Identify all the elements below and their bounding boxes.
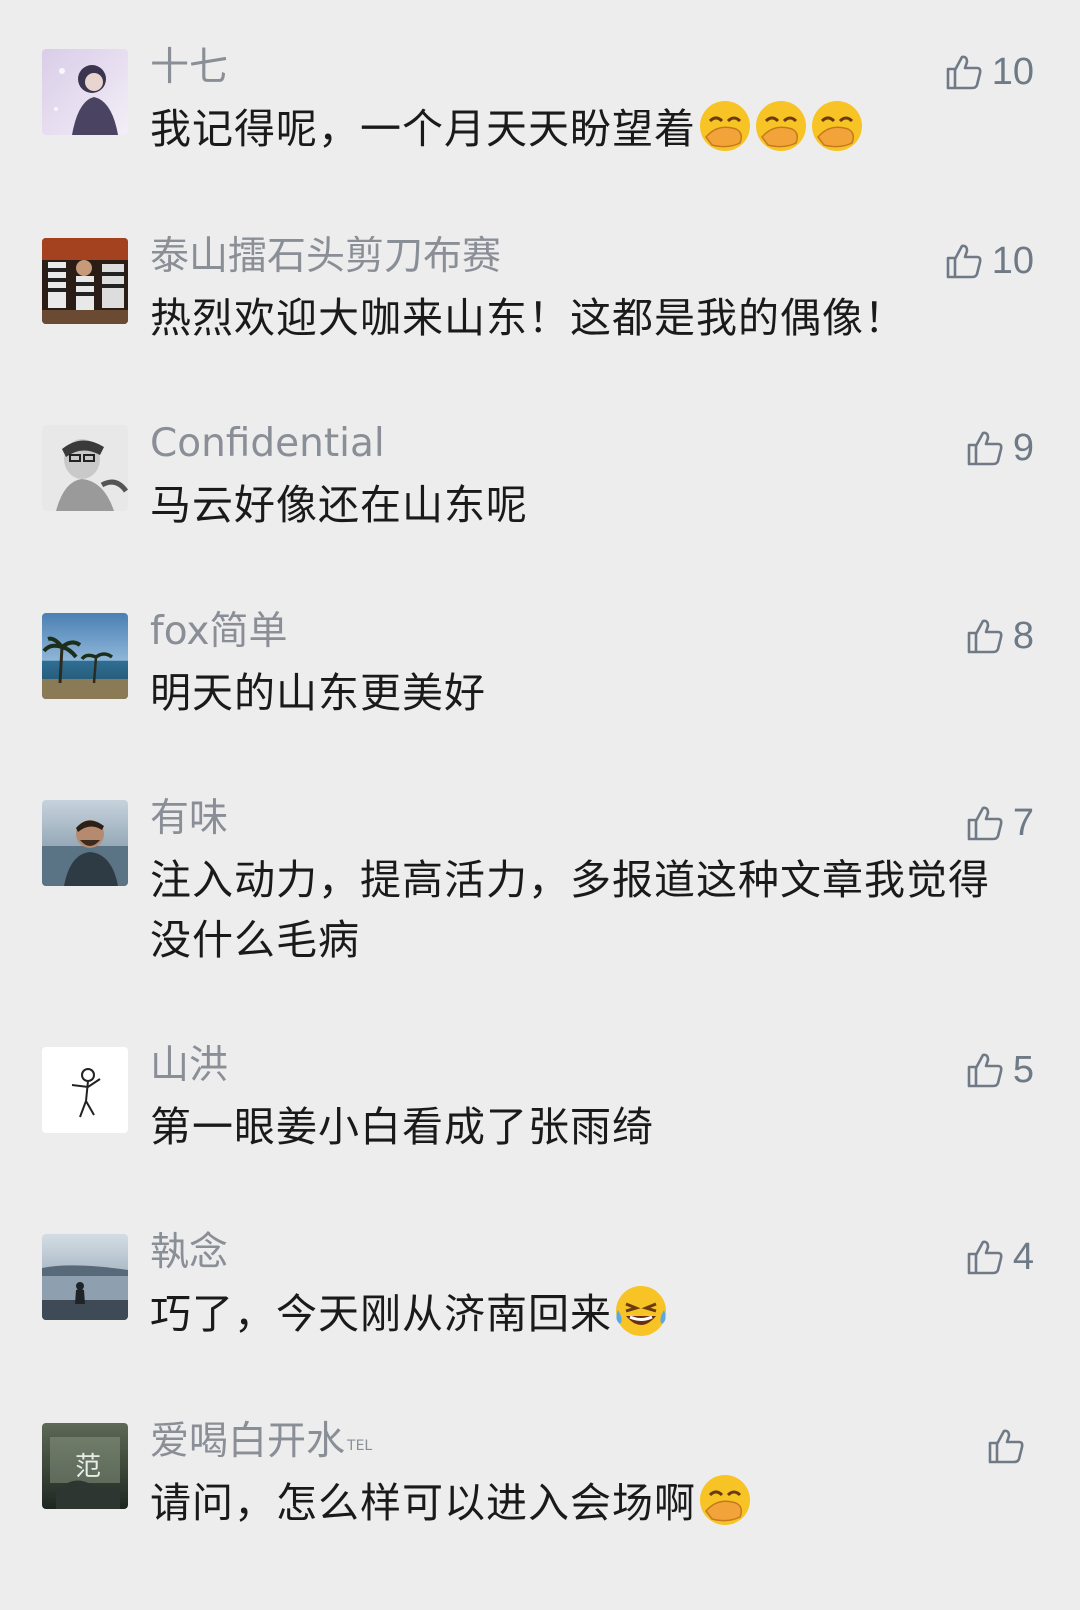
like-count: 9 <box>1012 426 1034 469</box>
comment-text-content: 我记得呢，一个月天天盼望着 <box>150 105 696 153</box>
comment-text: 第一眼姜小白看成了张雨绮 <box>150 1103 654 1151</box>
comment-text: 热烈欢迎大咖来山东！这都是我的偶像！ <box>150 294 906 342</box>
laughing-tears-emoji-icon <box>616 1286 666 1336</box>
facepalm-emoji-icon <box>700 101 750 151</box>
like-button[interactable]: 10 <box>944 47 1034 97</box>
comment-author[interactable]: 泰山擂石头剪刀布赛 <box>150 232 501 282</box>
comment-text: 明天的山东更美好 <box>150 669 486 717</box>
facepalm-emoji-icon <box>700 1475 750 1525</box>
comment-author[interactable]: 有味 <box>150 794 228 844</box>
facepalm-emoji-icon <box>812 101 862 151</box>
like-count: 5 <box>1012 1048 1034 1091</box>
comment-text-content: 巧了，今天刚从济南回来 <box>150 1290 612 1338</box>
avatar[interactable] <box>42 425 128 511</box>
facepalm-emoji-icon <box>756 101 806 151</box>
comment-author-name: 爱喝白开水 <box>150 1419 346 1464</box>
like-button[interactable]: 9 <box>965 423 1034 473</box>
like-button[interactable]: 8 <box>965 611 1034 661</box>
like-button[interactable]: 5 <box>965 1045 1034 1095</box>
avatar-character: 范 <box>75 1452 101 1482</box>
like-count: 10 <box>991 50 1034 93</box>
comments-page: 十七 10 我记得呢，一个月天天盼望着 泰山擂石头剪刀布赛 10 热烈欢迎大咖来… <box>0 0 1080 1610</box>
comment-text: 马云好像还在山东呢 <box>150 481 528 529</box>
comment-author[interactable]: 山洪 <box>150 1041 228 1091</box>
avatar[interactable] <box>42 613 128 699</box>
avatar[interactable] <box>42 49 128 135</box>
like-button[interactable] <box>986 1421 1034 1471</box>
avatar[interactable] <box>42 800 128 886</box>
comment-text-content: 请问，怎么样可以进入会场啊 <box>150 1479 696 1527</box>
like-count: 7 <box>1012 801 1034 844</box>
author-tag: TEL <box>347 1438 373 1454</box>
like-button[interactable]: 4 <box>965 1232 1034 1282</box>
thumbs-up-icon <box>967 619 1003 654</box>
comment-text: 我记得呢，一个月天天盼望着 <box>150 99 1000 159</box>
like-count: 8 <box>1012 614 1034 657</box>
avatar[interactable] <box>42 1234 128 1320</box>
like-button[interactable]: 10 <box>944 236 1034 286</box>
thumbs-up-icon <box>967 1053 1003 1088</box>
like-count: 4 <box>1012 1235 1034 1278</box>
thumbs-up-icon <box>967 806 1003 841</box>
avatar[interactable] <box>42 1047 128 1133</box>
comment-text: 注入动力，提高活力，多报道这种文章我觉得没什么毛病 <box>150 856 990 964</box>
comment-author[interactable]: fox简单 <box>150 607 287 657</box>
thumbs-up-icon <box>946 55 982 90</box>
thumbs-up-icon <box>988 1429 1024 1464</box>
like-count: 10 <box>991 239 1034 282</box>
thumbs-up-icon <box>967 1240 1003 1275</box>
comment-author[interactable]: 執念 <box>150 1228 228 1278</box>
avatar[interactable] <box>42 238 128 324</box>
comment-author[interactable]: 爱喝白开水 TEL <box>150 1417 372 1467</box>
comment-author[interactable]: Confidential <box>150 419 385 469</box>
comment-text: 巧了，今天刚从济南回来 <box>150 1284 1000 1344</box>
thumbs-up-icon <box>967 431 1003 466</box>
like-button[interactable]: 7 <box>965 798 1034 848</box>
thumbs-up-icon <box>946 244 982 279</box>
comment-text: 请问，怎么样可以进入会场啊 <box>150 1473 1000 1533</box>
comment-author[interactable]: 十七 <box>150 43 228 93</box>
avatar[interactable]: 范 <box>42 1423 128 1509</box>
